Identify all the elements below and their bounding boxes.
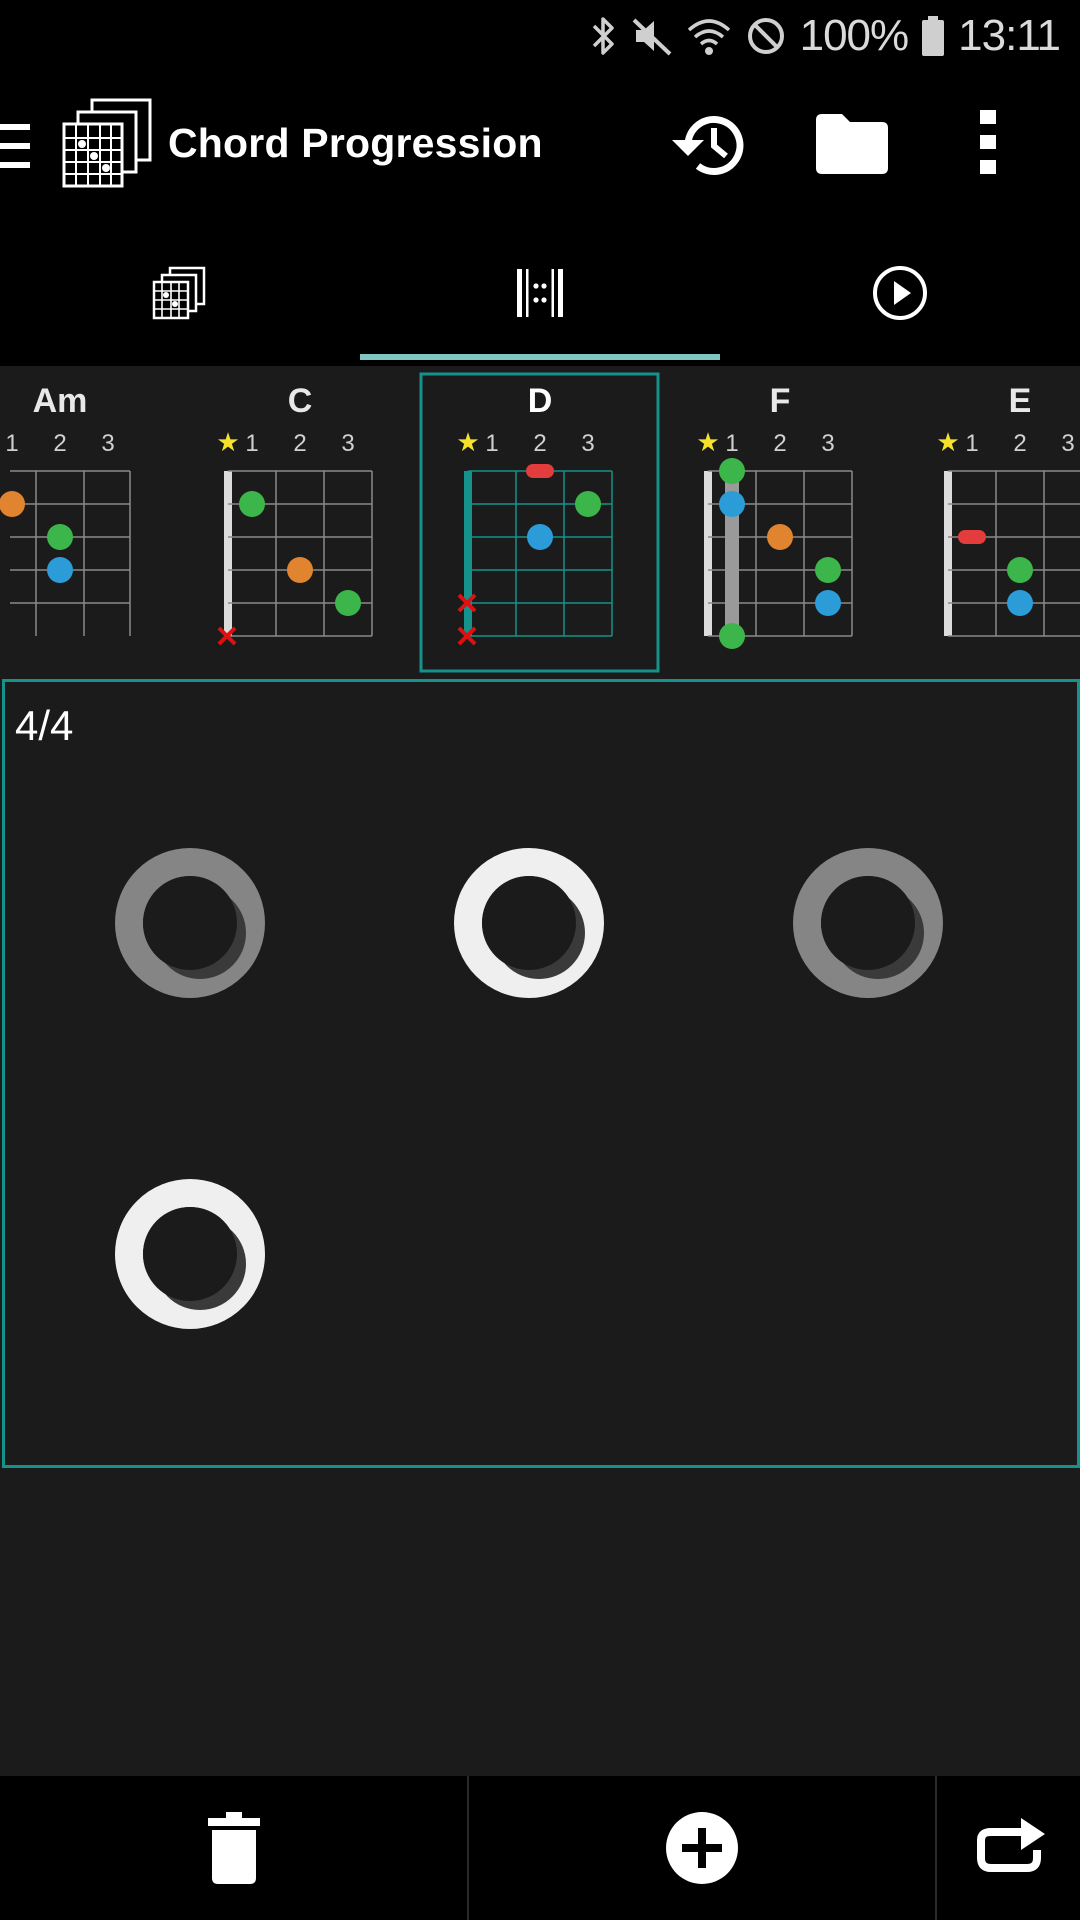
repeat-button[interactable] xyxy=(937,1776,1080,1920)
fret-number: 1 xyxy=(245,430,258,457)
bluetooth-icon xyxy=(592,17,614,55)
fret-number: 1 xyxy=(725,430,738,457)
chord-name: E xyxy=(1009,382,1032,420)
star-icon: ★ xyxy=(936,427,959,457)
time-signature[interactable]: 4/4 xyxy=(15,702,73,750)
fret-number: 3 xyxy=(821,430,834,457)
chord-library-icon xyxy=(152,266,206,320)
chord-card-am[interactable]: Am 1 2 3 xyxy=(0,382,131,636)
play-icon xyxy=(873,266,927,320)
tab-indicator xyxy=(360,354,720,360)
fret-number: 1 xyxy=(485,430,498,457)
fret-number: 2 xyxy=(53,430,66,457)
battery-percent: 100% xyxy=(799,11,910,60)
bottom-bar xyxy=(0,1776,1080,1920)
app-bar: Chord Progression xyxy=(0,72,1080,220)
chord-name: F xyxy=(770,382,791,420)
nut xyxy=(704,471,712,636)
star-icon: ★ xyxy=(216,427,239,457)
fret-number: 3 xyxy=(341,430,354,457)
nut xyxy=(464,471,472,636)
fret-number: 2 xyxy=(1013,430,1026,457)
chord-name: Am xyxy=(33,382,88,420)
finger-dot xyxy=(239,491,265,517)
repeat-icon xyxy=(976,1818,1045,1872)
finger-dot xyxy=(526,464,554,478)
chord-card-c[interactable]: C ★ 1 2 3 xyxy=(216,382,373,646)
chord-name: D xyxy=(528,382,553,420)
finger-dot xyxy=(719,491,745,517)
beat-1-toggle[interactable] xyxy=(115,848,265,998)
finger-dot xyxy=(47,524,73,550)
tab-measure-editor[interactable] xyxy=(360,220,720,366)
fret-number: 1 xyxy=(5,430,18,457)
measure-editor-icon xyxy=(517,269,563,317)
delete-button[interactable] xyxy=(0,1776,467,1920)
finger-dot xyxy=(1007,590,1033,616)
status-icons: 100% 13:11 xyxy=(588,10,1061,62)
tab-bar xyxy=(0,220,1080,366)
fret-number: 3 xyxy=(581,430,594,457)
beat-4-toggle[interactable] xyxy=(115,1179,265,1329)
fret-number: 1 xyxy=(965,430,978,457)
mute-icon xyxy=(632,18,671,56)
more-vert-icon[interactable] xyxy=(978,110,998,174)
finger-dot xyxy=(575,491,601,517)
finger-dot xyxy=(335,590,361,616)
finger-dot xyxy=(287,557,313,583)
app-title: Chord Progression xyxy=(168,120,543,166)
nut xyxy=(224,471,232,636)
finger-dot xyxy=(527,524,553,550)
fret-number: 2 xyxy=(773,430,786,457)
battery-icon xyxy=(922,16,945,56)
chord-diagrams: Am 1 2 3 C ★ 1 2 3 D ★ 1 2 3 F ★ 1 2 3 E… xyxy=(0,372,1080,673)
wifi-icon xyxy=(687,19,730,55)
chord-name: C xyxy=(288,382,313,420)
fret-number: 3 xyxy=(1061,430,1074,457)
measure-panel[interactable]: 4/4 xyxy=(2,679,1080,1468)
finger-dot xyxy=(815,590,841,616)
beat-2-toggle[interactable] xyxy=(454,848,604,998)
chord-sheet-icon xyxy=(62,98,152,188)
fret-number: 2 xyxy=(533,430,546,457)
star-icon: ★ xyxy=(696,427,719,457)
chord-strip: Am 1 2 3 C ★ 1 2 3 D ★ 1 2 3 F ★ 1 2 3 E… xyxy=(0,366,1080,678)
chord-card-f[interactable]: F ★ 1 2 3 xyxy=(696,382,853,649)
tab-chord-library[interactable] xyxy=(0,220,360,366)
finger-dot xyxy=(719,458,745,484)
fret-number: 3 xyxy=(101,430,114,457)
finger-dot xyxy=(958,530,986,544)
finger-dot xyxy=(0,491,25,517)
chord-card-d[interactable]: D ★ 1 2 3 xyxy=(419,372,660,673)
fret-number: 2 xyxy=(293,430,306,457)
chord-card-e[interactable]: E ★ 1 2 3 xyxy=(936,382,1080,637)
clock: 13:11 xyxy=(958,11,1061,60)
nut xyxy=(944,471,952,636)
star-icon: ★ xyxy=(456,427,479,457)
finger-dot xyxy=(815,557,841,583)
finger-dot xyxy=(767,524,793,550)
finger-dot xyxy=(1007,557,1033,583)
status-bar: 100% 13:11 xyxy=(0,0,1080,72)
add-button[interactable] xyxy=(469,1776,935,1920)
do-not-disturb-icon xyxy=(747,18,784,54)
menu-icon[interactable] xyxy=(0,124,30,168)
finger-dot xyxy=(719,623,745,649)
finger-dot xyxy=(47,557,73,583)
trash-icon xyxy=(207,1812,260,1884)
add-circle-icon xyxy=(666,1812,738,1884)
folder-icon[interactable] xyxy=(814,112,890,176)
tab-play[interactable] xyxy=(720,220,1080,366)
history-icon[interactable] xyxy=(668,106,748,182)
beat-3-toggle[interactable] xyxy=(793,848,943,998)
